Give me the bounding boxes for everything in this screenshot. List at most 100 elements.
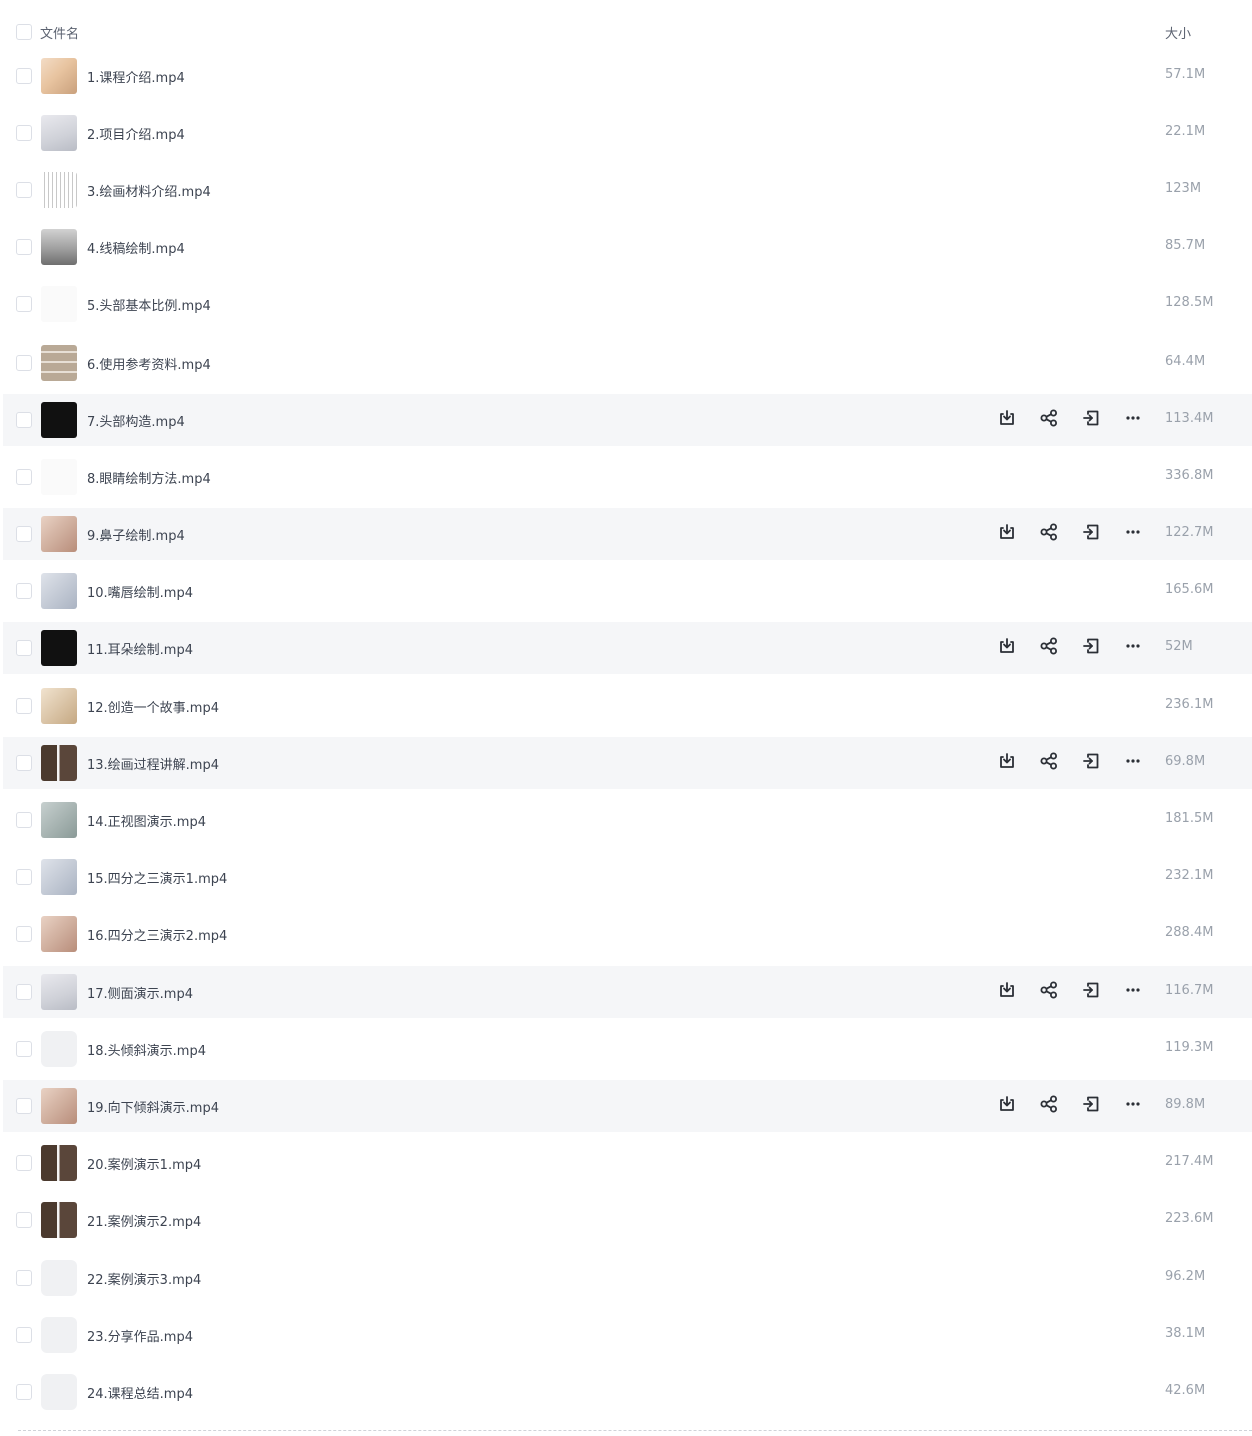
file-row[interactable]: 11.耳朵绘制.mp4 52M xyxy=(3,622,1252,674)
file-name[interactable]: 19.向下倾斜演示.mp4 xyxy=(87,1097,219,1116)
share-button[interactable] xyxy=(1037,980,1061,1004)
video-thumbnail[interactable] xyxy=(41,630,77,666)
move-button[interactable] xyxy=(1079,522,1103,546)
video-placeholder-thumbnail[interactable] xyxy=(41,1031,77,1067)
video-thumbnail[interactable] xyxy=(41,1088,77,1124)
video-thumbnail[interactable] xyxy=(41,115,77,151)
file-name[interactable]: 18.头倾斜演示.mp4 xyxy=(87,1040,206,1059)
file-row[interactable]: 9.鼻子绘制.mp4 122.7M xyxy=(3,508,1252,560)
file-name[interactable]: 1.课程介绍.mp4 xyxy=(87,67,185,86)
file-row[interactable]: 8.眼睛绘制方法.mp4 336.8M xyxy=(3,451,1252,503)
file-row[interactable]: 17.侧面演示.mp4 116.7M xyxy=(3,966,1252,1018)
file-checkbox[interactable] xyxy=(16,296,32,312)
file-name[interactable]: 5.头部基本比例.mp4 xyxy=(87,295,211,314)
file-row[interactable]: 21.案例演示2.mp4 223.6M xyxy=(3,1194,1252,1246)
file-checkbox[interactable] xyxy=(16,1327,32,1343)
file-row[interactable]: 10.嘴唇绘制.mp4 165.6M xyxy=(3,565,1252,617)
file-row[interactable]: 20.案例演示1.mp4 217.4M xyxy=(3,1137,1252,1189)
file-checkbox[interactable] xyxy=(16,469,32,485)
share-button[interactable] xyxy=(1037,1094,1061,1118)
video-placeholder-thumbnail[interactable] xyxy=(41,1317,77,1353)
more-button[interactable] xyxy=(1121,636,1145,660)
file-row[interactable]: 12.创造一个故事.mp4 236.1M xyxy=(3,680,1252,732)
video-thumbnail[interactable] xyxy=(41,516,77,552)
file-name[interactable]: 22.案例演示3.mp4 xyxy=(87,1269,201,1288)
move-button[interactable] xyxy=(1079,408,1103,432)
move-button[interactable] xyxy=(1079,636,1103,660)
file-row[interactable]: 5.头部基本比例.mp4 128.5M xyxy=(3,278,1252,330)
file-name[interactable]: 6.使用参考资料.mp4 xyxy=(87,354,211,373)
file-row[interactable]: 14.正视图演示.mp4 181.5M xyxy=(3,794,1252,846)
file-row[interactable]: 13.绘画过程讲解.mp4 69.8M xyxy=(3,737,1252,789)
file-checkbox[interactable] xyxy=(16,125,32,141)
file-checkbox[interactable] xyxy=(16,1155,32,1171)
video-placeholder-thumbnail[interactable] xyxy=(41,1374,77,1410)
share-button[interactable] xyxy=(1037,751,1061,775)
share-button[interactable] xyxy=(1037,636,1061,660)
file-checkbox[interactable] xyxy=(16,412,32,428)
video-thumbnail[interactable] xyxy=(41,1202,77,1238)
video-thumbnail[interactable] xyxy=(41,345,77,381)
video-thumbnail[interactable] xyxy=(41,802,77,838)
file-row[interactable]: 24.课程总结.mp4 42.6M xyxy=(3,1366,1252,1418)
file-name[interactable]: 21.案例演示2.mp4 xyxy=(87,1211,201,1230)
file-checkbox[interactable] xyxy=(16,698,32,714)
file-name[interactable]: 7.头部构造.mp4 xyxy=(87,411,185,430)
file-checkbox[interactable] xyxy=(16,1041,32,1057)
download-button[interactable] xyxy=(995,980,1019,1004)
video-thumbnail[interactable] xyxy=(41,402,77,438)
download-button[interactable] xyxy=(995,408,1019,432)
file-checkbox[interactable] xyxy=(16,640,32,656)
file-name[interactable]: 4.线稿绘制.mp4 xyxy=(87,238,185,257)
file-checkbox[interactable] xyxy=(16,68,32,84)
more-button[interactable] xyxy=(1121,751,1145,775)
video-thumbnail[interactable] xyxy=(41,58,77,94)
download-button[interactable] xyxy=(995,636,1019,660)
more-button[interactable] xyxy=(1121,408,1145,432)
video-thumbnail[interactable] xyxy=(41,229,77,265)
file-checkbox[interactable] xyxy=(16,355,32,371)
file-name[interactable]: 15.四分之三演示1.mp4 xyxy=(87,868,227,887)
file-row[interactable]: 23.分享作品.mp4 38.1M xyxy=(3,1309,1252,1361)
video-thumbnail[interactable] xyxy=(41,286,77,322)
file-name[interactable]: 20.案例演示1.mp4 xyxy=(87,1154,201,1173)
file-name[interactable]: 11.耳朵绘制.mp4 xyxy=(87,639,193,658)
file-name[interactable]: 3.绘画材料介绍.mp4 xyxy=(87,181,211,200)
video-thumbnail[interactable] xyxy=(41,1145,77,1181)
file-checkbox[interactable] xyxy=(16,1098,32,1114)
file-row[interactable]: 22.案例演示3.mp4 96.2M xyxy=(3,1252,1252,1304)
download-button[interactable] xyxy=(995,522,1019,546)
video-thumbnail[interactable] xyxy=(41,859,77,895)
file-checkbox[interactable] xyxy=(16,1384,32,1400)
file-name[interactable]: 14.正视图演示.mp4 xyxy=(87,811,206,830)
file-row[interactable]: 7.头部构造.mp4 113.4M xyxy=(3,394,1252,446)
column-header-size[interactable]: 大小 xyxy=(1165,23,1191,42)
select-all-checkbox[interactable] xyxy=(16,24,32,40)
file-row[interactable]: 18.头倾斜演示.mp4 119.3M xyxy=(3,1023,1252,1075)
move-button[interactable] xyxy=(1079,980,1103,1004)
download-button[interactable] xyxy=(995,751,1019,775)
download-button[interactable] xyxy=(995,1094,1019,1118)
file-row[interactable]: 16.四分之三演示2.mp4 288.4M xyxy=(3,908,1252,960)
file-row[interactable]: 15.四分之三演示1.mp4 232.1M xyxy=(3,851,1252,903)
share-button[interactable] xyxy=(1037,522,1061,546)
video-thumbnail[interactable] xyxy=(41,745,77,781)
video-thumbnail[interactable] xyxy=(41,459,77,495)
file-name[interactable]: 10.嘴唇绘制.mp4 xyxy=(87,582,193,601)
file-row[interactable]: 4.线稿绘制.mp4 85.7M xyxy=(3,221,1252,273)
file-name[interactable]: 12.创造一个故事.mp4 xyxy=(87,697,219,716)
file-checkbox[interactable] xyxy=(16,182,32,198)
share-button[interactable] xyxy=(1037,408,1061,432)
video-thumbnail[interactable] xyxy=(41,573,77,609)
video-thumbnail[interactable] xyxy=(41,688,77,724)
file-row[interactable]: 3.绘画材料介绍.mp4 123M xyxy=(3,164,1252,216)
more-button[interactable] xyxy=(1121,980,1145,1004)
more-button[interactable] xyxy=(1121,522,1145,546)
file-checkbox[interactable] xyxy=(16,755,32,771)
file-checkbox[interactable] xyxy=(16,812,32,828)
move-button[interactable] xyxy=(1079,1094,1103,1118)
file-name[interactable]: 24.课程总结.mp4 xyxy=(87,1383,193,1402)
video-thumbnail[interactable] xyxy=(41,974,77,1010)
file-checkbox[interactable] xyxy=(16,1212,32,1228)
move-button[interactable] xyxy=(1079,751,1103,775)
